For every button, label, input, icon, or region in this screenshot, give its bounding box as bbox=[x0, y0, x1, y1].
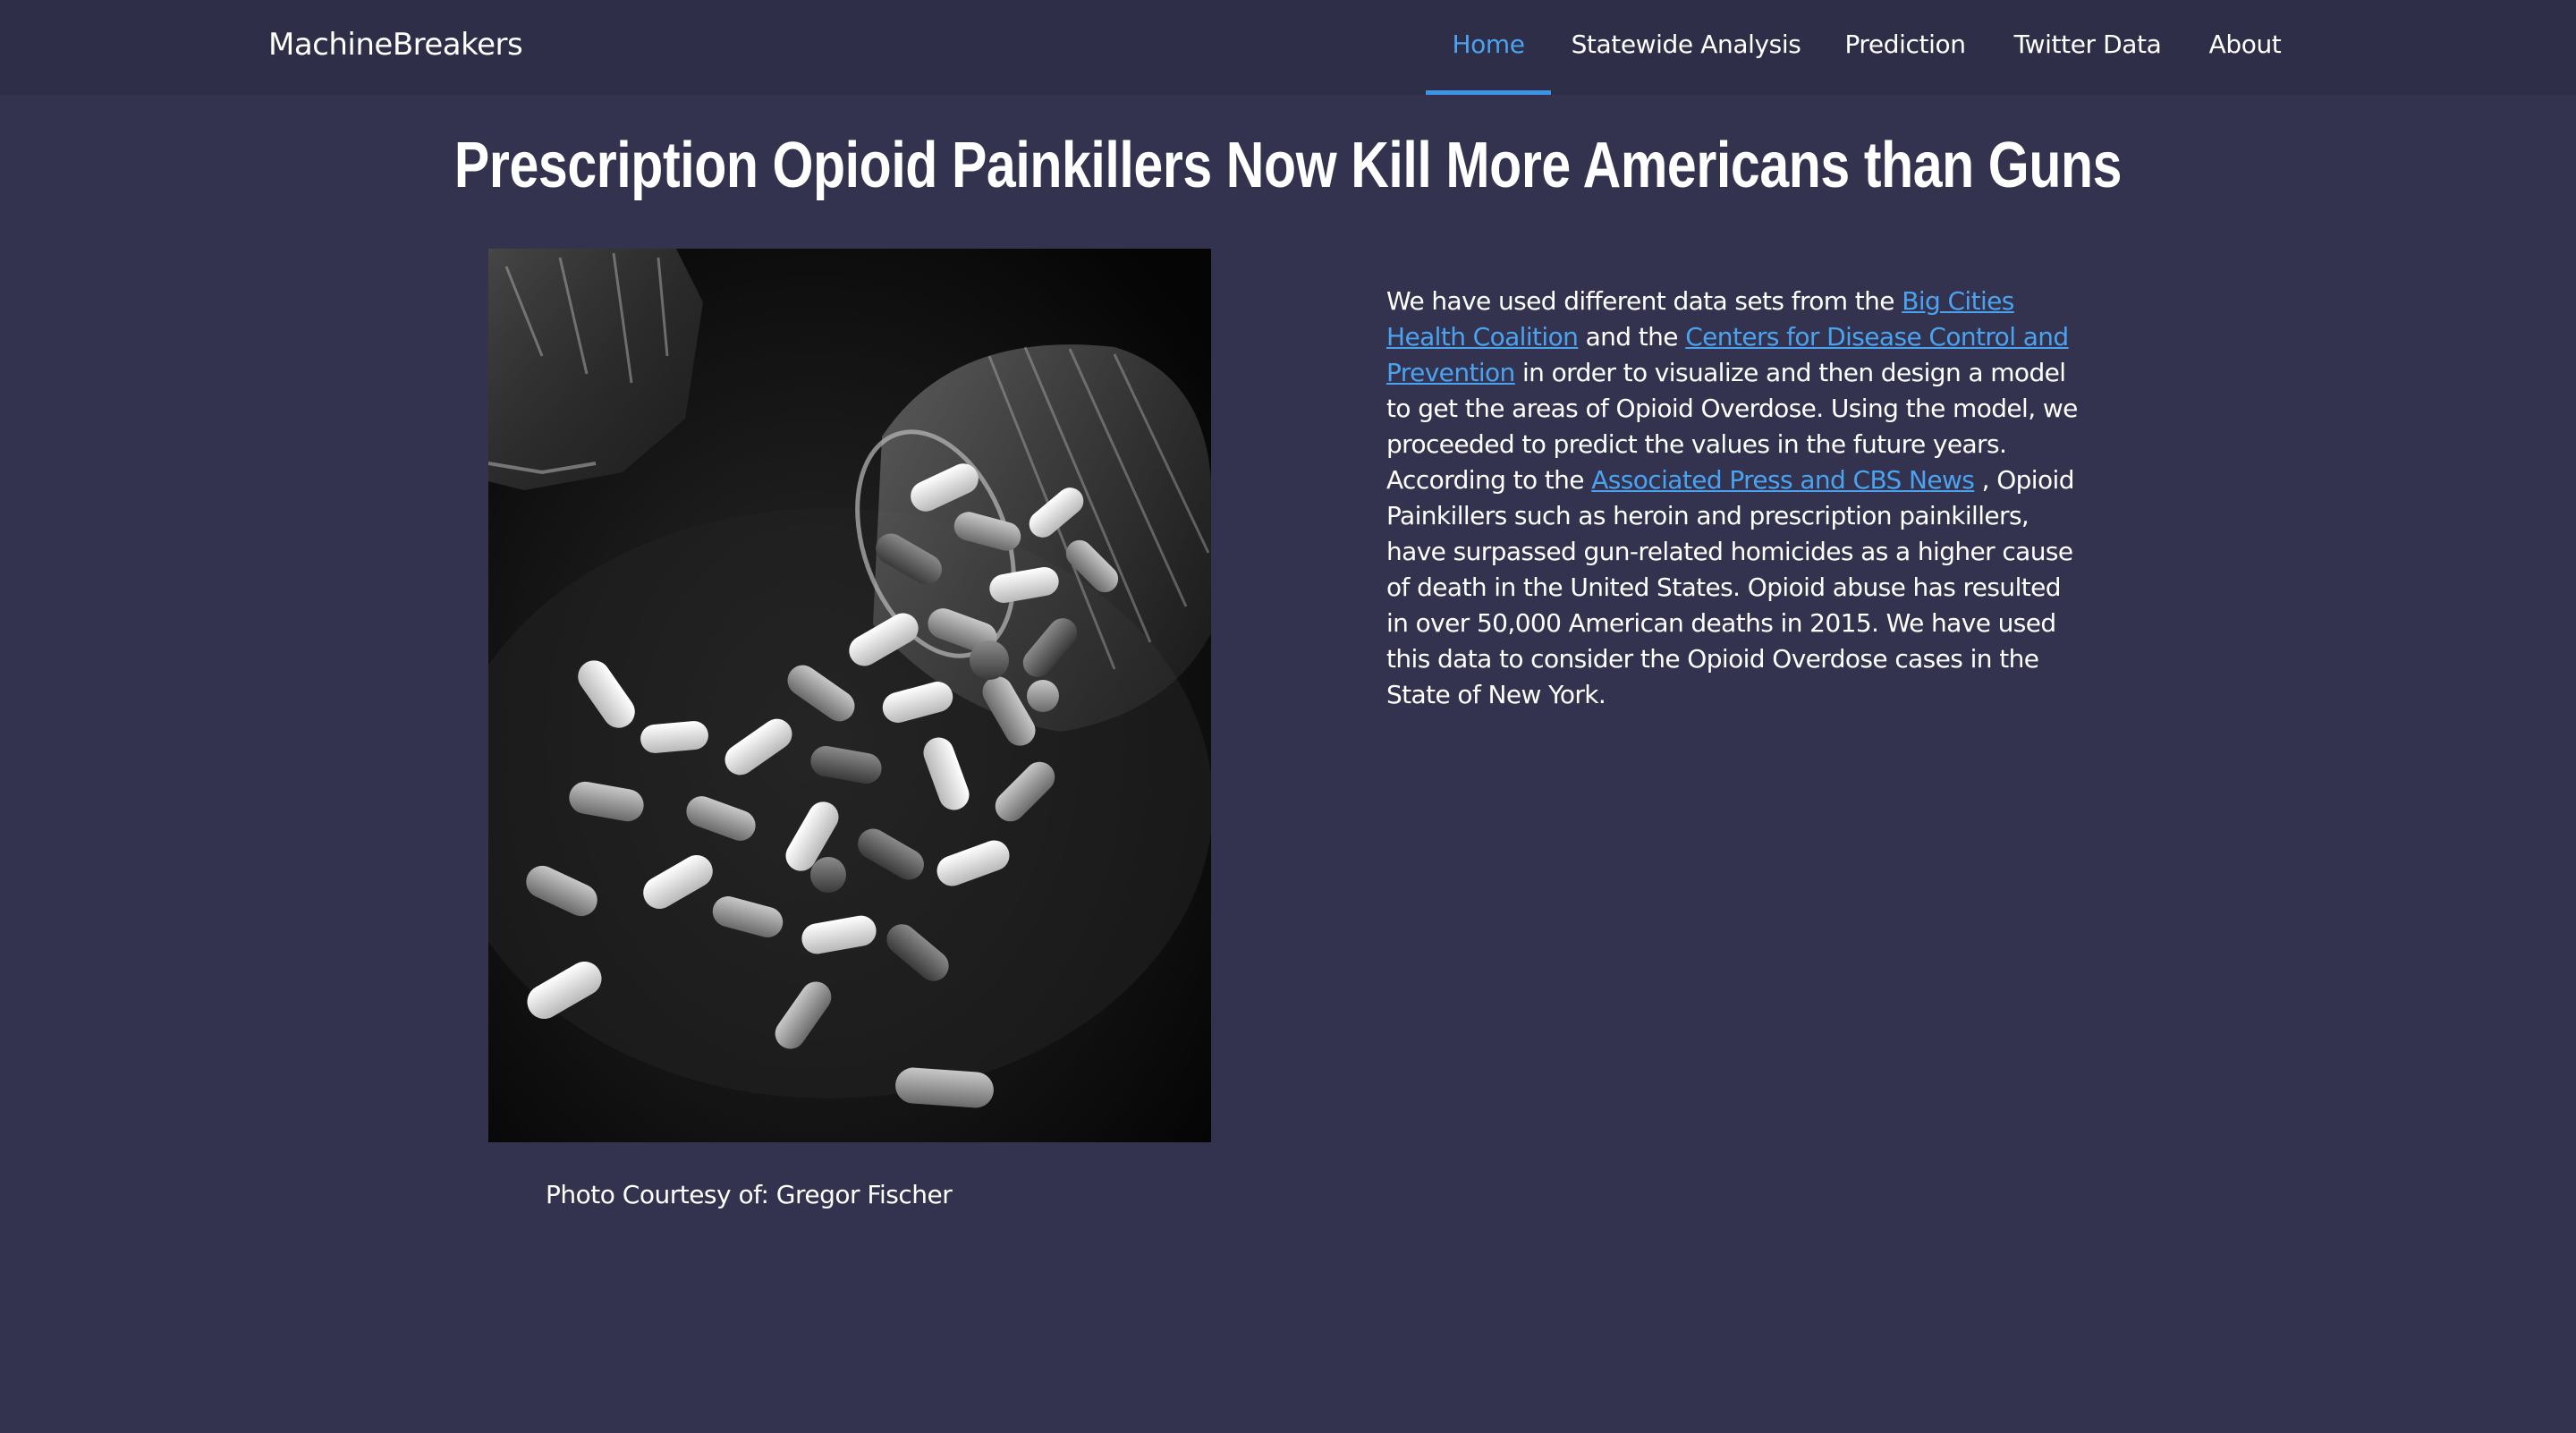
top-navbar: MachineBreakers Home Statewide Analysis … bbox=[0, 0, 2576, 95]
intro-text-2: and the bbox=[1578, 322, 1686, 352]
intro-text-4: , Opioid Painkillers such as heroin and … bbox=[1386, 465, 2074, 709]
intro-paragraph: We have used different data sets from th… bbox=[1386, 284, 2084, 713]
opioid-pills-photo bbox=[488, 249, 1211, 1142]
link-associated-press-cbs-news[interactable]: Associated Press and CBS News bbox=[1591, 465, 1975, 495]
nav-about[interactable]: About bbox=[2193, 0, 2297, 95]
intro-text-1: We have used different data sets from th… bbox=[1386, 286, 1902, 316]
nav-twitter-data[interactable]: Twitter Data bbox=[1998, 0, 2177, 95]
photo-caption: Photo Courtesy of: Gregor Fischer bbox=[546, 1180, 953, 1209]
nav-statewide-analysis[interactable]: Statewide Analysis bbox=[1556, 0, 1816, 95]
nav-prediction[interactable]: Prediction bbox=[1825, 0, 1986, 95]
page-headline: Prescription Opioid Painkillers Now Kill… bbox=[453, 130, 2123, 201]
nav-home[interactable]: Home bbox=[1426, 0, 1551, 95]
brand-logo-link[interactable]: MachineBreakers bbox=[268, 25, 523, 64]
